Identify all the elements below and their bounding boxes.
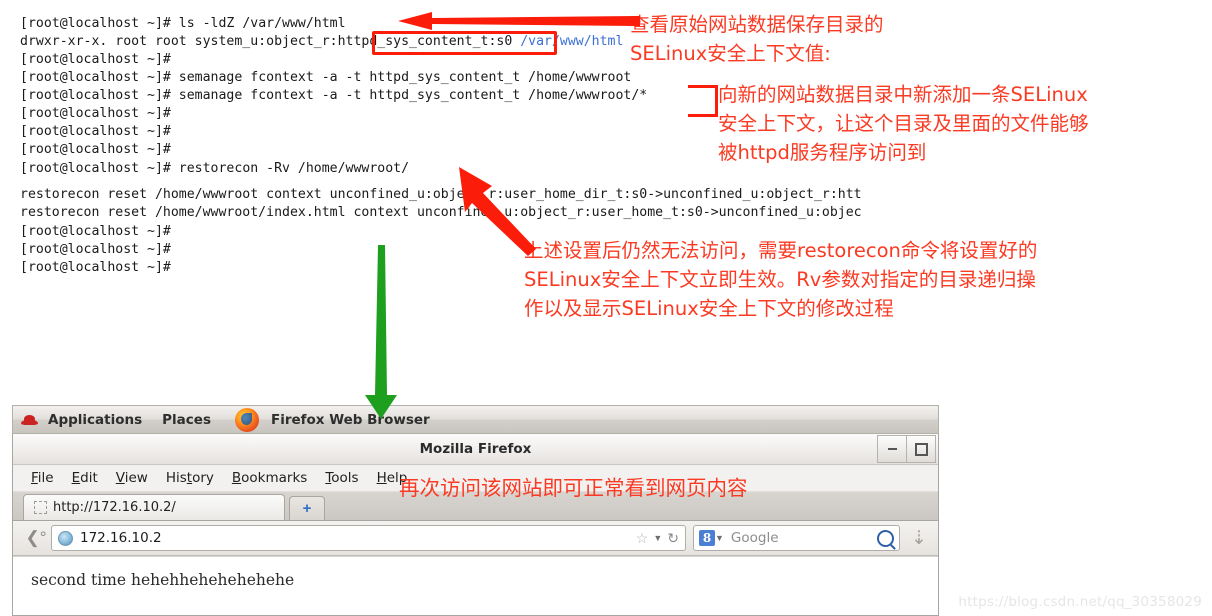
terminal-line: [root@localhost ~]# semanage fcontext -a… <box>20 88 648 103</box>
browser-tab[interactable]: http://172.16.10.2/ <box>23 494 285 520</box>
google-logo-icon: 8 <box>699 530 715 546</box>
annotation-text-2: 向新的网站数据目录中新添加一条SELinux 安全上下文，让这个目录及里面的文件… <box>718 83 1089 164</box>
menu-edit[interactable]: Edit <box>72 470 98 486</box>
menu-tools[interactable]: Tools <box>325 470 358 486</box>
search-bar[interactable]: 8 ▼ Google <box>693 525 900 551</box>
annotation-text-3: 上述设置后仍然无法访问，需要restorecon命令将设置好的 SELinux安… <box>524 239 1038 320</box>
menu-file[interactable]: File <box>31 470 54 486</box>
terminal-line: [root@localhost ~]# <box>20 242 179 257</box>
semanage-highlight-bracket <box>688 85 718 117</box>
downloads-icon[interactable]: ⇣ <box>908 526 930 550</box>
annotation-text-4: 再次访问该网站即可正常看到网页内容 <box>399 476 748 500</box>
menu-bookmarks[interactable]: Bookmarks <box>232 470 307 486</box>
url-bar[interactable]: 172.16.10.2 ☆ ▼ ↻ <box>51 525 686 551</box>
annotation-text-1: 查看原始网站数据保存目录的 SELinux安全上下文值: <box>630 13 884 65</box>
menu-applications[interactable]: Applications <box>38 412 152 428</box>
terminal-line: [root@localhost ~]# restorecon -Rv /home… <box>20 161 410 176</box>
taskbar-firefox-window-button[interactable]: Firefox Web Browser <box>261 412 440 428</box>
watermark: https://blog.csdn.net/qq_30358029 <box>958 594 1202 610</box>
tab-favicon-icon <box>34 501 47 514</box>
bookmark-star-icon[interactable]: ☆ <box>636 530 649 547</box>
minimize-button[interactable] <box>877 435 907 463</box>
window-titlebar: Mozilla Firefox <box>13 434 938 465</box>
terminal-line: [root@localhost ~]# <box>20 260 179 275</box>
terminal-line: [root@localhost ~]# <box>20 106 179 121</box>
page-body-text: second time hehehhehehehehehe <box>31 571 295 589</box>
reload-icon[interactable]: ↻ <box>667 530 679 547</box>
menu-history[interactable]: History <box>166 470 214 486</box>
terminal-line: restorecon reset /home/wwwroot/index.htm… <box>20 205 862 220</box>
menu-places[interactable]: Places <box>152 412 221 428</box>
new-tab-button[interactable]: + <box>289 496 325 520</box>
terminal-line: [root@localhost ~]# ls -ldZ /var/www/htm… <box>20 16 346 31</box>
terminal-line: [root@localhost ~]# <box>20 142 179 157</box>
search-engine-chevron-icon[interactable]: ▼ <box>715 533 724 543</box>
firefox-window: Mozilla Firefox File Edit View History B… <box>12 434 939 616</box>
navigation-toolbar: ❮° 172.16.10.2 ☆ ▼ ↻ 8 ▼ Google ⇣ <box>13 521 938 556</box>
firefox-logo-icon <box>234 407 259 432</box>
search-input[interactable]: Google <box>731 530 877 546</box>
globe-icon <box>58 530 73 546</box>
terminal-line: [root@localhost ~]# <box>20 52 179 67</box>
terminal-output: [root@localhost ~]# ls -ldZ /var/www/htm… <box>0 0 1212 400</box>
chevron-down-icon[interactable]: ▼ <box>653 533 662 543</box>
window-controls <box>877 435 936 463</box>
menu-view[interactable]: View <box>116 470 148 486</box>
terminal-line: drwxr-xr-x. root root system_u:object_r:… <box>20 34 624 49</box>
terminal-line: [root@localhost ~]# <box>20 124 179 139</box>
terminal-line: [root@localhost ~]# semanage fcontext -a… <box>20 70 632 85</box>
terminal-line: [root@localhost ~]# <box>20 224 179 239</box>
tab-label: http://172.16.10.2/ <box>53 500 176 515</box>
page-viewport: second time hehehhehehehehehe <box>13 556 938 615</box>
back-forward-icon[interactable]: ❮° <box>21 525 51 551</box>
url-input[interactable]: 172.16.10.2 <box>80 530 636 546</box>
maximize-button[interactable] <box>906 435 936 463</box>
search-icon[interactable] <box>877 529 894 547</box>
window-title: Mozilla Firefox <box>419 441 532 457</box>
gnome-top-panel: Applications Places Firefox Web Browser <box>12 405 939 434</box>
terminal-line: restorecon reset /home/wwwroot context u… <box>20 187 862 202</box>
redhat-logo-icon <box>21 412 38 427</box>
